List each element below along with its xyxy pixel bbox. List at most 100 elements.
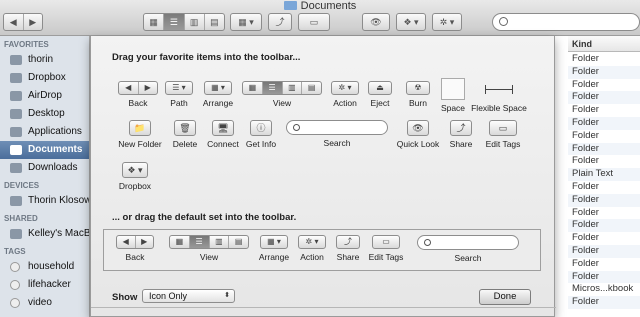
default-set-heading: ... or drag the default set into the too… bbox=[112, 212, 297, 223]
tool-get-info[interactable]: ⓘ Get Info bbox=[243, 120, 279, 149]
forward-button[interactable]: ▶ bbox=[24, 14, 43, 30]
list-view-button[interactable]: ☰ bbox=[164, 14, 185, 30]
table-row-kind[interactable]: Folder bbox=[568, 270, 640, 284]
table-row-kind[interactable]: Plain Text bbox=[568, 168, 640, 181]
view-mode-control[interactable]: ▦ ☰ ▥ ▤ bbox=[143, 13, 225, 31]
customize-heading: Drag your favorite items into the toolba… bbox=[112, 52, 301, 63]
tool-path[interactable]: ☰ ▾ Path bbox=[163, 81, 195, 108]
tool-space[interactable]: Space bbox=[439, 78, 467, 113]
table-row-kind[interactable]: Folder bbox=[568, 142, 640, 156]
folder-icon bbox=[283, 1, 297, 10]
window-titlebar: Documents ◀ ▶ ▦ ☰ ▥ ▤ ▦ ▾ ⤴ ▭ 👁 ❖ ▾ ✲ ▾ bbox=[0, 0, 640, 36]
tool-dropbox[interactable]: ❖ ▾ Dropbox bbox=[117, 162, 153, 191]
table-row-kind[interactable]: Folder bbox=[568, 155, 640, 168]
table-row-kind[interactable]: Folder bbox=[568, 104, 640, 117]
default-back: ◀ ▶ Back bbox=[115, 235, 155, 262]
default-share: ⤴ Share bbox=[336, 235, 360, 262]
tool-action[interactable]: ✲ ▾ Action bbox=[329, 81, 361, 108]
sheet-divider bbox=[91, 307, 556, 308]
eye-icon: 👁 bbox=[407, 120, 429, 136]
tool-view[interactable]: ▦ ☰ ▥ ▤ View bbox=[241, 81, 323, 108]
laptop-icon bbox=[10, 196, 22, 206]
tool-burn[interactable]: ☢ Burn bbox=[405, 81, 431, 108]
tool-flexible-space[interactable]: Flexible Space bbox=[471, 78, 527, 113]
show-mode-select[interactable]: Icon Only ⬍ bbox=[142, 289, 235, 303]
table-row-kind[interactable]: Folder bbox=[568, 130, 640, 143]
table-row-kind[interactable]: Folder bbox=[568, 79, 640, 92]
sidebar-item-downloads[interactable]: Downloads bbox=[0, 159, 89, 177]
tool-new-folder[interactable]: 📁 New Folder bbox=[117, 120, 163, 149]
window-title: Documents bbox=[0, 0, 640, 12]
flexible-space-icon bbox=[482, 78, 516, 100]
table-row-kind[interactable]: Folder bbox=[568, 232, 640, 245]
tag-dot-icon bbox=[10, 298, 20, 308]
sidebar-item-tag-video[interactable]: video bbox=[0, 294, 89, 312]
share-button[interactable]: ⤴ bbox=[268, 13, 292, 31]
tool-eject[interactable]: ⏏ Eject bbox=[367, 81, 393, 108]
sidebar-item-dropbox[interactable]: Dropbox bbox=[0, 69, 89, 87]
default-toolbar-set[interactable]: ◀ ▶ Back ▦ ☰ ▥ ▤ View ▦ ▾ Arrange ✲ ▾ Act… bbox=[103, 229, 541, 271]
table-row-kind[interactable]: Folder bbox=[568, 181, 640, 194]
computer-icon bbox=[10, 229, 22, 239]
gear-icon: ✲ ▾ bbox=[338, 83, 352, 92]
default-action: ✲ ▾ Action bbox=[296, 235, 328, 262]
sidebar-item-airdrop[interactable]: AirDrop bbox=[0, 87, 89, 105]
gear-icon: ✲ ▾ bbox=[305, 237, 319, 246]
done-button[interactable]: Done bbox=[479, 289, 531, 305]
back-forward-buttons[interactable]: ◀ ▶ bbox=[3, 13, 43, 31]
tool-share[interactable]: ⤴ Share bbox=[447, 120, 475, 149]
dropbox-button[interactable]: ❖ ▾ bbox=[396, 13, 426, 31]
tool-edit-tags[interactable]: ▭ Edit Tags bbox=[481, 120, 525, 149]
sidebar-item-shared-mac[interactable]: Kelley's MacBo... bbox=[0, 225, 89, 243]
table-row-kind[interactable]: Folder bbox=[568, 116, 640, 130]
tool-search[interactable]: Search bbox=[285, 120, 389, 148]
tool-connect[interactable]: 🖥 Connect bbox=[205, 120, 241, 149]
back-arrow-icon: ◀ bbox=[117, 236, 136, 248]
coverflow-view-icon: ▤ bbox=[307, 83, 316, 92]
tool-arrange[interactable]: ▦ ▾ Arrange bbox=[199, 81, 237, 108]
sidebar: FAVORITES thorin Dropbox AirDrop Desktop… bbox=[0, 36, 90, 317]
tag-dot-icon bbox=[10, 262, 20, 272]
sidebar-item-documents[interactable]: Documents bbox=[0, 141, 89, 159]
tool-quick-look[interactable]: 👁 Quick Look bbox=[395, 120, 441, 149]
space-box bbox=[441, 78, 465, 100]
airdrop-icon bbox=[10, 91, 22, 101]
documents-icon bbox=[10, 145, 22, 155]
table-row-kind[interactable]: Folder bbox=[568, 193, 640, 207]
arrange-button[interactable]: ▦ ▾ bbox=[230, 13, 262, 31]
sidebar-header-shared: SHARED bbox=[4, 214, 38, 223]
table-row-kind[interactable]: Folder bbox=[568, 65, 640, 79]
default-search: Search bbox=[416, 235, 520, 263]
table-row-kind[interactable]: Micros...kbook bbox=[568, 283, 640, 296]
tool-delete[interactable]: 🗑 Delete bbox=[171, 120, 199, 149]
sidebar-item-tag-household[interactable]: household bbox=[0, 258, 89, 276]
tags-button[interactable]: ▭ bbox=[298, 13, 330, 31]
table-row-kind[interactable]: Folder bbox=[568, 91, 640, 105]
coverflow-view-button[interactable]: ▤ bbox=[205, 14, 224, 30]
forward-arrow-icon: ▶ bbox=[144, 83, 151, 92]
action-button[interactable]: ✲ ▾ bbox=[432, 13, 462, 31]
sidebar-item-applications[interactable]: Applications bbox=[0, 123, 89, 141]
sidebar-item-desktop[interactable]: Desktop bbox=[0, 105, 89, 123]
quick-look-button[interactable]: 👁 bbox=[362, 13, 390, 31]
sidebar-item-thorin[interactable]: thorin bbox=[0, 51, 89, 69]
column-header-kind[interactable]: Kind bbox=[568, 36, 640, 52]
tool-back[interactable]: ◀ ▶ Back bbox=[117, 81, 159, 108]
table-row-kind[interactable]: Folder bbox=[568, 244, 640, 258]
back-button[interactable]: ◀ bbox=[4, 14, 24, 30]
icon-view-icon: ▦ bbox=[170, 236, 190, 248]
column-view-icon: ▥ bbox=[283, 82, 303, 94]
toolbar-search-field[interactable] bbox=[492, 13, 640, 31]
column-view-icon: ▥ bbox=[210, 236, 230, 248]
table-row-kind[interactable]: Folder bbox=[568, 53, 640, 66]
table-row-kind[interactable]: Folder bbox=[568, 296, 640, 309]
path-icon: ☰ ▾ bbox=[172, 83, 186, 92]
column-view-button[interactable]: ▥ bbox=[185, 14, 205, 30]
table-row-kind[interactable]: Folder bbox=[568, 207, 640, 220]
sidebar-item-device[interactable]: Thorin Klosow... bbox=[0, 192, 89, 210]
table-row-kind[interactable]: Folder bbox=[568, 258, 640, 271]
icon-view-button[interactable]: ▦ bbox=[144, 14, 165, 30]
search-icon bbox=[293, 124, 300, 131]
sidebar-item-tag-lifehacker[interactable]: lifehacker bbox=[0, 276, 89, 294]
table-row-kind[interactable]: Folder bbox=[568, 219, 640, 233]
